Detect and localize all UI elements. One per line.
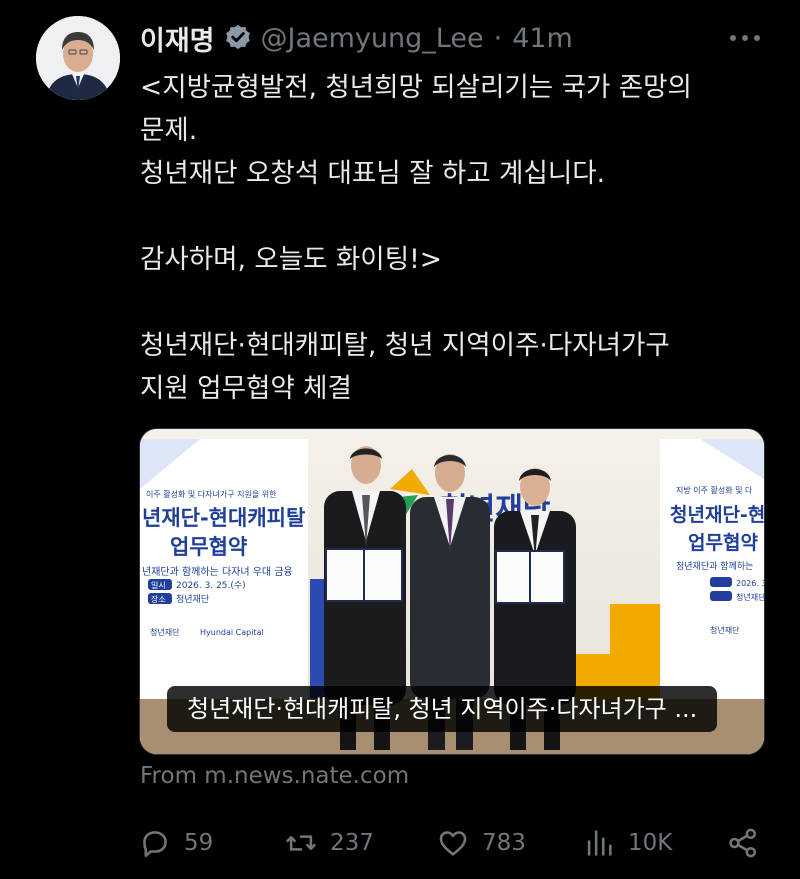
right-banner-logo: 청년재단: [710, 625, 740, 635]
share-icon: [729, 828, 757, 858]
banner-place-label: 장소: [151, 594, 166, 604]
right-banner-place: 청년재단: [736, 592, 764, 602]
tweet-header: 이재명 @Jaemyung_Lee · 41m: [140, 18, 760, 58]
tweet-actions: 59 237 783 10K: [138, 818, 768, 868]
retweet-icon: [286, 835, 316, 851]
heart-icon: [439, 831, 467, 856]
reply-count: 59: [184, 830, 214, 856]
card-caption: 청년재단·현대캐피탈, 청년 지역이주·다자녀가구 ...: [167, 686, 718, 732]
banner-place: 청년재단: [176, 594, 209, 605]
author-name[interactable]: 이재명: [140, 19, 215, 58]
tweet-text: <지방균형발전, 청년희망 되살리기는 국가 존망의 문제. 청년재단 오창석 …: [140, 72, 692, 404]
right-banner-subtitle: 청년재단과 함께하는: [676, 561, 753, 572]
author-handle[interactable]: @Jaemyung_Lee: [261, 23, 484, 54]
like-count: 783: [482, 830, 526, 856]
separator-dot: ·: [493, 22, 503, 54]
right-banner-kicker: 지방 이주 활성화 및 다: [676, 485, 753, 495]
banner-subtitle: 년재단과 함께하는 다자녀 우대 금융: [142, 565, 293, 578]
views-button[interactable]: 10K: [582, 818, 672, 868]
right-banner-title-1: 청년재단-현: [670, 504, 764, 526]
banner-logo-2: Hyundai Capital: [200, 628, 264, 637]
banner-title-1: 년재단-현대캐피탈: [142, 506, 305, 530]
author-avatar[interactable]: [36, 16, 120, 100]
more-options-icon[interactable]: [728, 28, 762, 41]
right-banner-title-2: 업무협약: [688, 532, 758, 554]
banner-logo-1: 청년재단: [150, 627, 180, 637]
reply-icon: [143, 831, 167, 858]
link-preview-card[interactable]: 이주 활성화 및 다자녀가구 지원을 위한 년재단-현대캐피탈 업무협약 년재단…: [139, 428, 765, 755]
tweet-timestamp[interactable]: 41m: [512, 23, 573, 54]
banner-kicker: 이주 활성화 및 다자녀가구 지원을 위한: [146, 489, 277, 499]
retweet-button[interactable]: 237: [284, 818, 374, 868]
banner-title-2: 업무협약: [170, 535, 247, 559]
views-chart-icon: [587, 830, 612, 856]
verified-badge-icon: [223, 23, 253, 53]
retweet-count: 237: [330, 830, 374, 856]
avatar-photo: [36, 16, 120, 100]
views-count: 10K: [628, 830, 673, 856]
banner-date-label: 일시: [151, 581, 166, 590]
right-banner: 지방 이주 활성화 및 다 청년재단-현 업무협약 청년재단과 함께하는 202…: [660, 439, 764, 699]
share-button[interactable]: [726, 818, 772, 868]
banner-date: 2026. 3. 25.(수): [176, 580, 246, 591]
like-button[interactable]: 783: [436, 818, 526, 868]
reply-button[interactable]: 59: [138, 818, 213, 868]
left-banner: 이주 활성화 및 다자녀가구 지원을 위한 년재단-현대캐피탈 업무협약 년재단…: [140, 439, 308, 699]
link-source[interactable]: From m.news.nate.com: [140, 763, 409, 789]
right-banner-date: 2026. 3.: [736, 579, 764, 588]
